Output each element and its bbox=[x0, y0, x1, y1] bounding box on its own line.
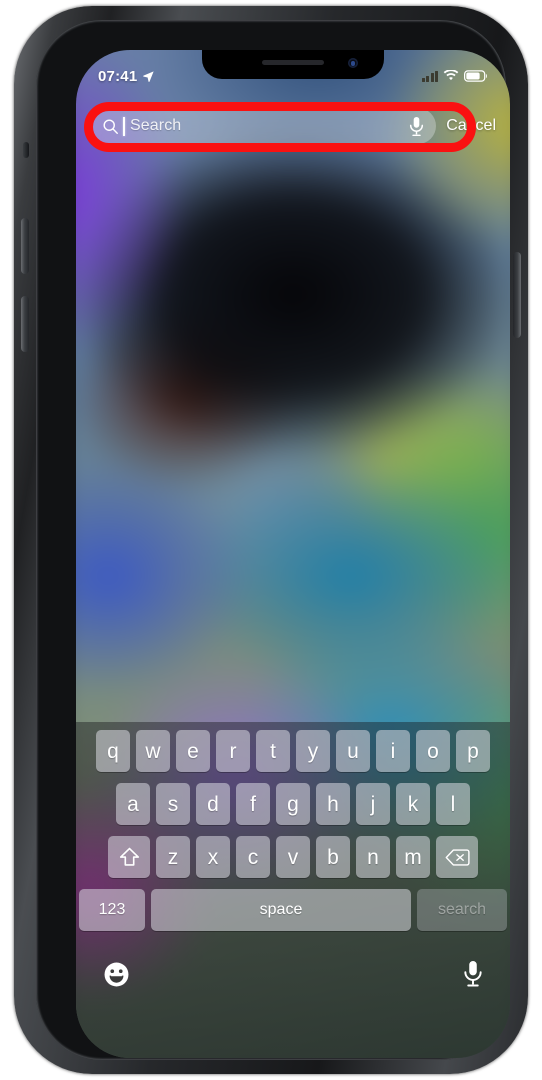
earpiece-speaker bbox=[262, 60, 324, 65]
key-m[interactable]: m bbox=[396, 836, 430, 878]
key-c[interactable]: c bbox=[236, 836, 270, 878]
status-bar-right bbox=[421, 70, 489, 82]
numbers-key[interactable]: 123 bbox=[79, 889, 145, 931]
mute-switch-button[interactable] bbox=[23, 142, 29, 158]
keyboard-row-2: a s d f g h j k l bbox=[79, 783, 507, 825]
key-g[interactable]: g bbox=[276, 783, 310, 825]
key-e[interactable]: e bbox=[176, 730, 210, 772]
search-icon bbox=[103, 118, 118, 134]
key-j[interactable]: j bbox=[356, 783, 390, 825]
key-t[interactable]: t bbox=[256, 730, 290, 772]
shift-arrow-icon bbox=[119, 847, 139, 866]
keyboard-row-3: z x c v b n m bbox=[79, 836, 507, 878]
key-l[interactable]: l bbox=[436, 783, 470, 825]
backspace-icon bbox=[445, 848, 470, 866]
search-placeholder: Search bbox=[130, 117, 182, 134]
onscreen-keyboard: q w e r t y u i o p a s d f g h j k l z … bbox=[76, 722, 510, 1058]
emoji-smiley-icon[interactable] bbox=[103, 961, 130, 988]
key-r[interactable]: r bbox=[216, 730, 250, 772]
key-k[interactable]: k bbox=[396, 783, 430, 825]
key-u[interactable]: u bbox=[336, 730, 370, 772]
status-bar-time: 07:41 bbox=[98, 67, 138, 85]
key-s[interactable]: s bbox=[156, 783, 190, 825]
keyboard-bottom-bar bbox=[79, 942, 507, 1000]
search-bar: Search Cancel bbox=[76, 102, 510, 150]
status-bar-left: 07:41 bbox=[98, 68, 155, 85]
search-input[interactable]: Search bbox=[90, 108, 437, 144]
text-caret bbox=[123, 116, 125, 136]
side-power-button[interactable] bbox=[513, 252, 521, 338]
backspace-key[interactable] bbox=[436, 836, 478, 878]
key-x[interactable]: x bbox=[196, 836, 230, 878]
key-w[interactable]: w bbox=[136, 730, 170, 772]
key-h[interactable]: h bbox=[316, 783, 350, 825]
key-i[interactable]: i bbox=[376, 730, 410, 772]
shift-key[interactable] bbox=[108, 836, 150, 878]
key-b[interactable]: b bbox=[316, 836, 350, 878]
phone-frame: 07:41 Search Cancel q w e r t y u i o p … bbox=[14, 6, 528, 1074]
phone-screen: 07:41 Search Cancel q w e r t y u i o p … bbox=[76, 50, 510, 1058]
key-n[interactable]: n bbox=[356, 836, 390, 878]
volume-up-button[interactable] bbox=[21, 218, 29, 274]
microphone-icon[interactable] bbox=[409, 116, 424, 137]
key-v[interactable]: v bbox=[276, 836, 310, 878]
battery-icon bbox=[464, 70, 487, 82]
key-a[interactable]: a bbox=[116, 783, 150, 825]
front-camera-icon bbox=[348, 58, 358, 68]
key-p[interactable]: p bbox=[456, 730, 490, 772]
location-arrow-icon bbox=[143, 70, 155, 82]
key-o[interactable]: o bbox=[416, 730, 450, 772]
key-f[interactable]: f bbox=[236, 783, 270, 825]
return-search-key[interactable]: search bbox=[417, 889, 507, 931]
keyboard-row-1: q w e r t y u i o p bbox=[79, 730, 507, 772]
volume-down-button[interactable] bbox=[21, 296, 29, 352]
phone-bezel: 07:41 Search Cancel q w e r t y u i o p … bbox=[36, 20, 510, 1060]
microphone-icon[interactable] bbox=[463, 960, 483, 988]
cellular-signal-icon bbox=[421, 70, 438, 82]
space-key[interactable]: space bbox=[151, 889, 411, 931]
notch bbox=[202, 50, 384, 79]
key-d[interactable]: d bbox=[196, 783, 230, 825]
cancel-button[interactable]: Cancel bbox=[446, 117, 496, 135]
wifi-icon bbox=[443, 70, 459, 81]
key-q[interactable]: q bbox=[96, 730, 130, 772]
key-y[interactable]: y bbox=[296, 730, 330, 772]
keyboard-row-4: 123 space search bbox=[79, 889, 507, 931]
key-z[interactable]: z bbox=[156, 836, 190, 878]
